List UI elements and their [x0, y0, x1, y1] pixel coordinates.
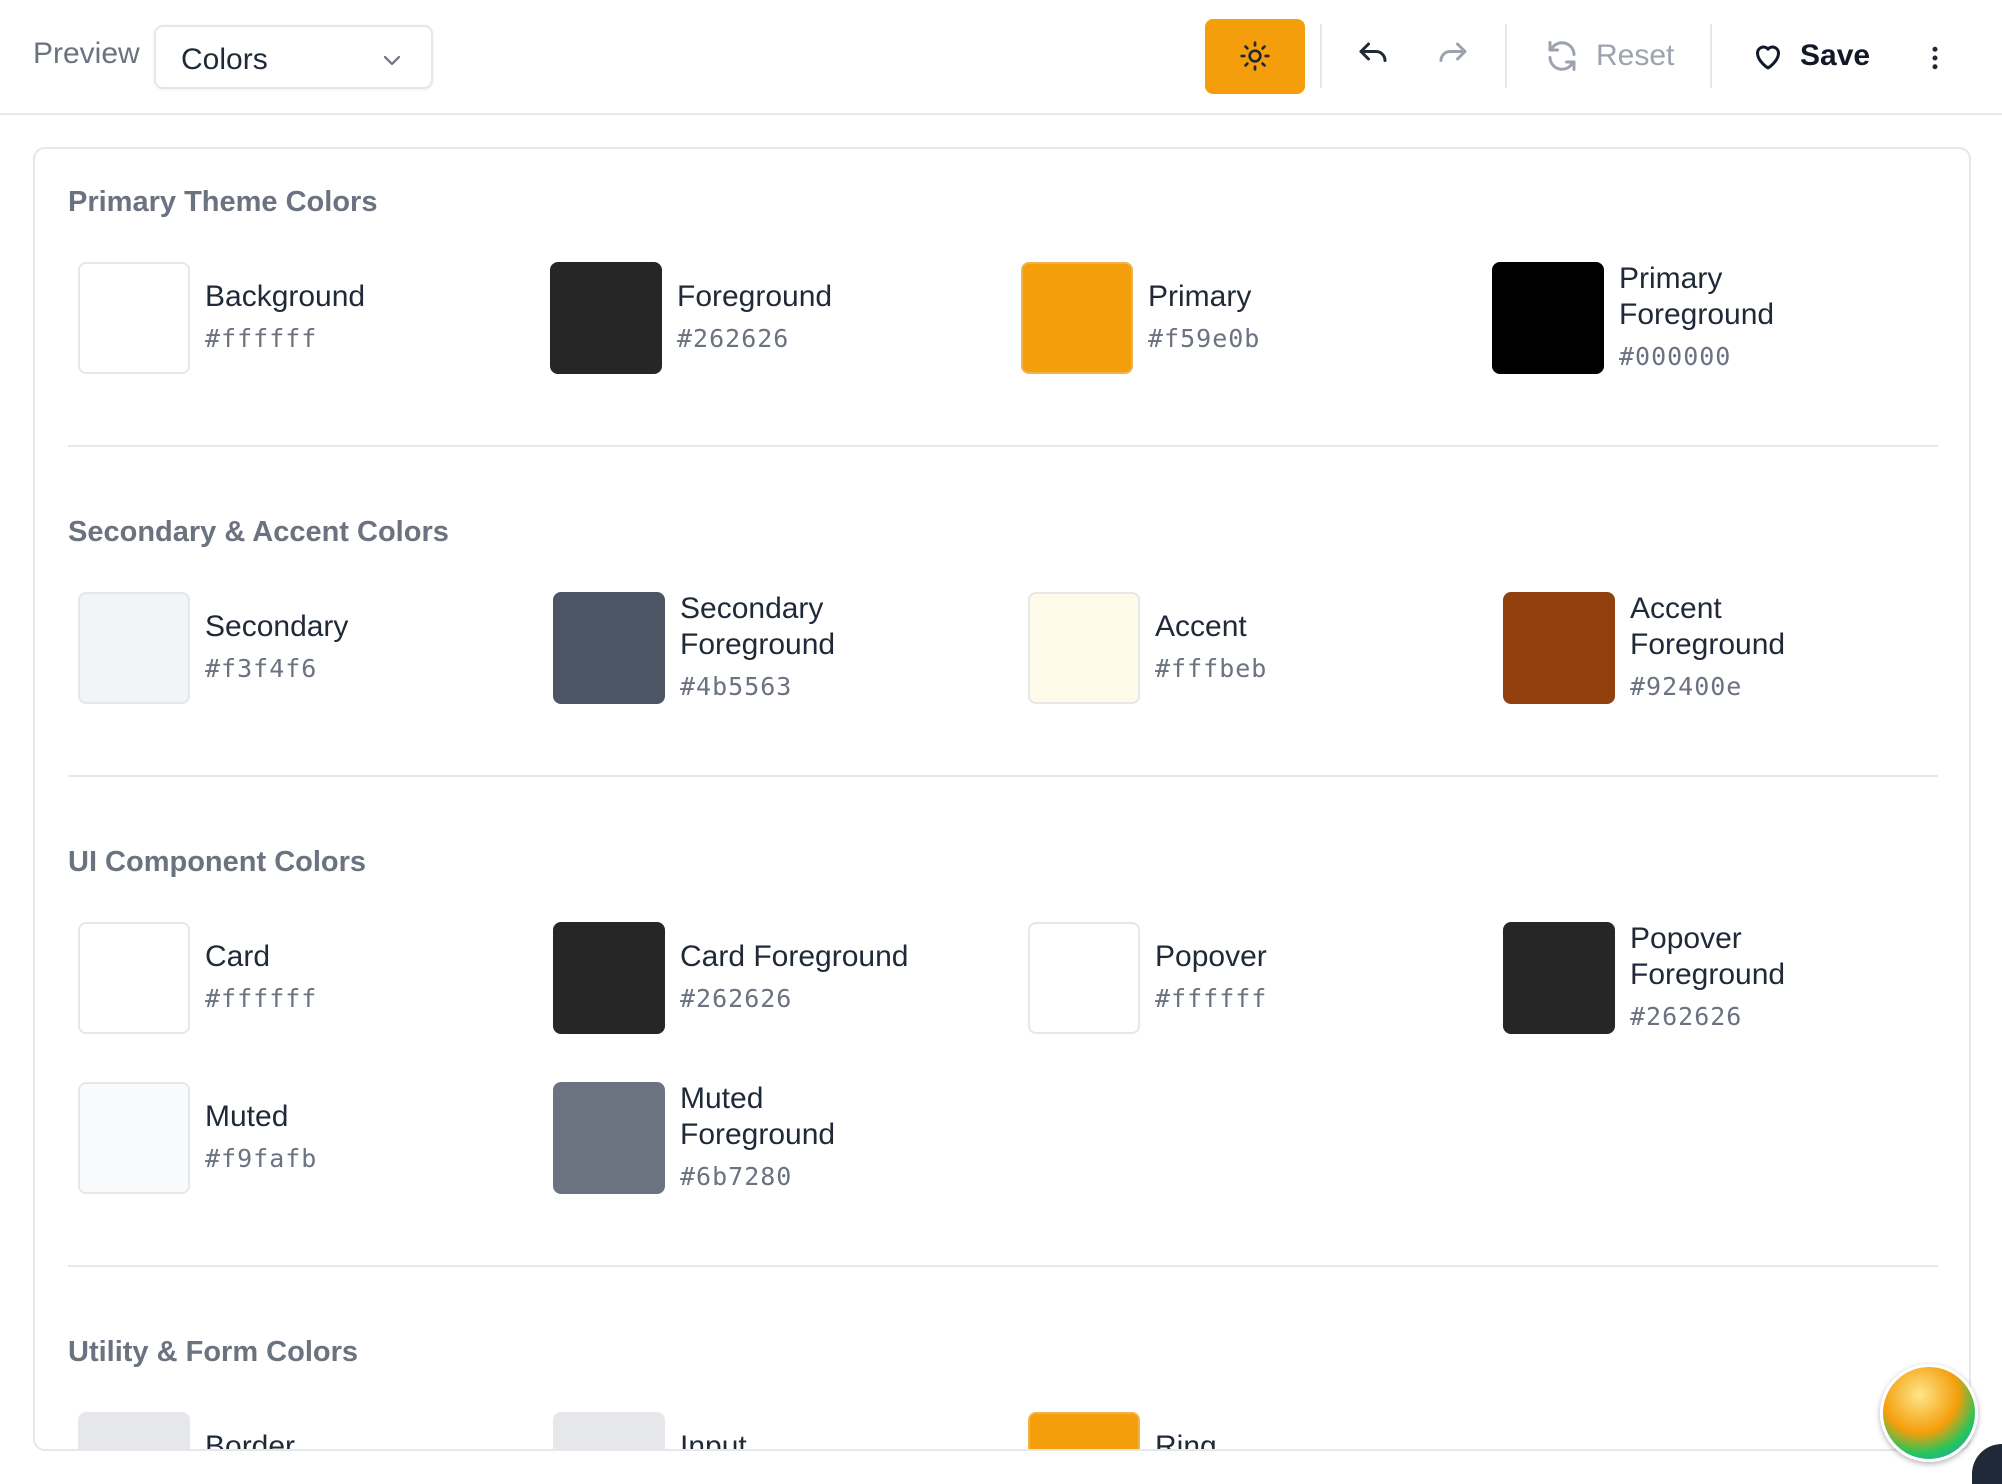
color-swatch[interactable]	[78, 922, 190, 1034]
section-title: Secondary & Accent Colors	[68, 516, 449, 548]
color-swatch[interactable]	[1503, 592, 1615, 704]
color-swatch[interactable]	[78, 1412, 190, 1449]
color-name: Border	[205, 1430, 296, 1451]
color-hex: #000000	[1619, 342, 1732, 371]
toolbar: Preview Colors Reset Save	[0, 0, 2002, 115]
color-name: Secondary	[205, 610, 349, 643]
color-name: Muted	[205, 1100, 289, 1133]
color-name: Accent	[1155, 610, 1247, 643]
section-title: Primary Theme Colors	[68, 186, 378, 218]
undo-icon[interactable]	[1355, 38, 1391, 74]
color-name: Background	[205, 280, 366, 313]
color-hex: #262626	[1630, 1002, 1743, 1031]
color-hex: #6b7280	[680, 1162, 793, 1191]
color-hex: #262626	[680, 984, 793, 1013]
preview-select[interactable]: Colors	[154, 25, 433, 89]
color-name: Popover Foreground	[1630, 922, 1786, 991]
color-swatch[interactable]	[1021, 262, 1133, 374]
color-swatch[interactable]	[78, 1082, 190, 1194]
color-name: Secondary Foreground	[680, 592, 836, 661]
color-hex: #ffffff	[205, 324, 318, 353]
color-swatch[interactable]	[1503, 922, 1615, 1034]
color-hex: #ffffff	[1155, 984, 1268, 1013]
window-corner	[1972, 1444, 2002, 1484]
color-name: Input	[680, 1430, 747, 1451]
chevron-down-icon	[383, 55, 401, 66]
theme-editor: Preview Colors Reset Save Primary Theme …	[0, 0, 2002, 1484]
color-name: Popover	[1155, 940, 1267, 973]
reset-button[interactable]: Reset	[1544, 38, 1674, 78]
theme-toggle-button[interactable]	[1205, 19, 1305, 94]
section-title: Utility & Form Colors	[68, 1336, 359, 1368]
color-swatch[interactable]	[1028, 922, 1140, 1034]
color-name: Primary	[1148, 280, 1252, 313]
color-name: Foreground	[677, 280, 833, 313]
color-name: Accent Foreground	[1630, 592, 1786, 661]
color-hex: #92400e	[1630, 672, 1743, 701]
color-name: Primary Foreground	[1619, 262, 1775, 331]
color-swatch[interactable]	[78, 262, 190, 374]
section-divider	[68, 775, 1938, 777]
section-title: UI Component Colors	[68, 846, 367, 878]
toolbar-divider	[1710, 24, 1712, 88]
color-swatch[interactable]	[1492, 262, 1604, 374]
color-swatch[interactable]	[553, 1082, 665, 1194]
section-divider	[68, 1265, 1938, 1267]
color-hex: #f9fafb	[205, 1144, 318, 1173]
refresh-icon	[1548, 41, 1576, 71]
color-name: Ring	[1155, 1430, 1217, 1451]
color-swatch[interactable]	[550, 262, 662, 374]
sun-icon	[1240, 41, 1270, 71]
color-hex: #f3f4f6	[205, 654, 318, 683]
colors-panel: Primary Theme Colors Background #ffffff …	[33, 147, 1971, 1451]
preview-label: Preview	[33, 37, 140, 70]
color-name: Muted Foreground	[680, 1082, 836, 1151]
save-label: Save	[1800, 39, 1871, 72]
color-name: Card Foreground	[680, 940, 909, 973]
color-swatch[interactable]	[78, 592, 190, 704]
color-swatch[interactable]	[1028, 592, 1140, 704]
color-hex: #ffffff	[205, 984, 318, 1013]
color-hex: #262626	[677, 324, 790, 353]
toolbar-divider	[1320, 24, 1322, 88]
save-button[interactable]: Save	[1750, 38, 1870, 78]
redo-icon[interactable]	[1435, 38, 1471, 74]
toolbar-divider	[1505, 24, 1507, 88]
color-hex: #4b5563	[680, 672, 793, 701]
color-swatch[interactable]	[553, 1412, 665, 1449]
heart-icon	[1756, 45, 1780, 70]
color-name: Card	[205, 940, 271, 973]
color-hex: #fffbeb	[1155, 654, 1268, 683]
color-swatch[interactable]	[553, 592, 665, 704]
more-vertical-icon[interactable]	[1920, 40, 1950, 76]
preview-select-value: Colors	[181, 43, 268, 76]
color-swatch[interactable]	[553, 922, 665, 1034]
reset-label: Reset	[1596, 39, 1675, 72]
app-logo-icon[interactable]	[1880, 1364, 1978, 1462]
section-divider	[68, 445, 1938, 447]
color-hex: #f59e0b	[1148, 324, 1261, 353]
color-swatch[interactable]	[1028, 1412, 1140, 1449]
